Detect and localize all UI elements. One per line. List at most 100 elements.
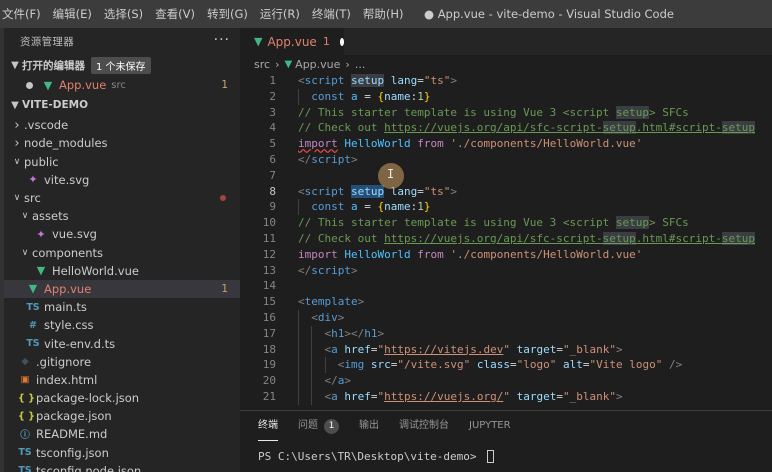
folder-item[interactable]: › .vscode	[4, 116, 240, 134]
line-number: 9	[269, 200, 276, 214]
file-item[interactable]: TS tsconfig.node.json	[4, 462, 240, 472]
file-item[interactable]: { } package.json	[4, 407, 240, 425]
file-item[interactable]: ▼ App.vue 1	[4, 279, 240, 299]
menu-item[interactable]: 终端(T)	[306, 0, 357, 28]
indent-guide	[298, 357, 299, 374]
code-token: import	[298, 137, 338, 151]
line-number: 14	[262, 279, 276, 293]
line-content: <script setup lang="ts">	[276, 184, 457, 200]
code-token: // This starter template is using Vue 3 …	[298, 105, 616, 119]
project-section[interactable]: ▼ VITE-DEMO	[4, 94, 240, 116]
file-item[interactable]: ✦ vue.svg	[4, 225, 240, 243]
terminal[interactable]: PS C:\Users\TR\Desktop\vite-demo>	[240, 441, 772, 463]
more-actions-icon[interactable]: ···	[214, 32, 230, 48]
line-number: 6	[269, 152, 276, 166]
menu-item[interactable]: 运行(R)	[254, 0, 306, 28]
panel-tab[interactable]: 调试控制台	[399, 411, 449, 441]
file-tree-label: assets	[32, 209, 69, 224]
code-token: // This starter template is using Vue 3 …	[298, 216, 616, 230]
panel-tab-label: 终端	[258, 419, 278, 431]
file-item[interactable]: # style.css	[4, 316, 240, 334]
code-token: </	[298, 263, 312, 277]
code-token: setup	[615, 105, 650, 119]
folder-item[interactable]: › node_modules	[4, 134, 240, 152]
file-tree-label: tsconfig.json	[36, 445, 109, 460]
file-tree-label: README.md	[36, 427, 108, 442]
code-token: ></	[344, 326, 365, 340]
panel-tab-label: 问题	[298, 420, 318, 431]
menu-item[interactable]: 转到(G)	[201, 0, 254, 28]
code-token: name	[384, 200, 411, 214]
breadcrumb-file[interactable]: App.vue	[295, 58, 340, 71]
problem-count-badge: 1	[324, 418, 339, 434]
file-item[interactable]: ✦ vite.svg	[4, 171, 240, 189]
code-token: setup	[602, 231, 636, 245]
breadcrumb-symbol[interactable]: ...	[355, 58, 366, 71]
code-token: >	[351, 152, 358, 166]
code-token: // Check out	[298, 121, 385, 135]
folder-item[interactable]: ∨ components	[4, 244, 240, 262]
line-content: import HelloWorld from './components/Hel…	[276, 136, 642, 152]
panel-tab-label: JUPYTER	[469, 420, 511, 431]
breadcrumb-folder[interactable]: src	[254, 58, 270, 71]
unsaved-dot-icon[interactable]	[26, 81, 33, 89]
chevron-down-icon: ∨	[13, 193, 21, 204]
code-token: class	[476, 358, 510, 372]
code-token: "	[503, 389, 510, 403]
folder-item[interactable]: ∨ src	[4, 189, 240, 207]
code-token: setup	[721, 231, 755, 245]
code-token: const	[311, 89, 345, 103]
menu-item[interactable]: 帮助(H)	[357, 0, 410, 28]
open-editor-item[interactable]: ▼ App.vue src 1	[4, 76, 240, 94]
code-token: .html#script-	[635, 121, 722, 135]
menu-item[interactable]: 编辑(E)	[47, 0, 98, 28]
code-token: // Check out	[298, 231, 385, 245]
unsaved-dot-icon[interactable]	[339, 37, 344, 46]
menu-item[interactable]: 选择(S)	[98, 0, 149, 28]
code-line: 10 // This starter template is using Vue …	[240, 215, 772, 231]
code-line: 19 <img src="/vite.svg" class="logo" alt…	[240, 357, 772, 374]
indent-guide	[298, 325, 299, 342]
file-item[interactable]: ⓘ README.md	[4, 425, 240, 443]
line-number: 11	[262, 231, 276, 245]
indent-guide	[298, 199, 299, 216]
file-item[interactable]: ▣ index.html	[4, 371, 240, 389]
typescript-config-icon: TS	[18, 447, 32, 459]
file-item[interactable]: { } package-lock.json	[4, 389, 240, 407]
panel-tab[interactable]: 问题 1	[298, 411, 339, 441]
panel-tab[interactable]: 终端	[258, 411, 278, 441]
line-content: const a = {name:1}	[276, 199, 430, 215]
file-tree-label: HelloWorld.vue	[52, 263, 139, 278]
code-token: script	[304, 184, 345, 198]
code-editor[interactable]: 1 <script setup lang="ts"> 2 const a = {na…	[240, 73, 772, 405]
menu-item[interactable]: 查看(V)	[149, 0, 201, 28]
file-tree-label: vue.svg	[52, 227, 97, 242]
window-title: ● App.vue - vite-demo - Visual Studio Co…	[424, 7, 674, 21]
indent-guide	[311, 341, 313, 358]
panel-tab[interactable]: JUPYTER	[469, 411, 511, 441]
file-item[interactable]: ◆ .gitignore	[4, 353, 240, 371]
file-item[interactable]: TS tsconfig.json	[4, 444, 240, 462]
code-token: }	[423, 89, 431, 103]
html-file-icon: ▣	[20, 374, 30, 386]
menu-item[interactable]: 文件(F)	[0, 0, 47, 28]
code-line: 9 const a = {name:1}	[240, 199, 772, 216]
code-line: 17 <h1></h1>	[240, 325, 772, 342]
folder-item[interactable]: ∨ public	[4, 153, 240, 171]
line-content: </script>	[276, 152, 358, 168]
title-bar: 文件(F) 编辑(E) 选择(S) 查看(V) 转到(G) 运行(R) 终端(T) 帮助(H)…	[0, 0, 772, 28]
panel-tab[interactable]: 输出	[359, 411, 379, 441]
open-editor-folder: src	[111, 79, 126, 91]
open-editors-section[interactable]: ▼ 打开的编辑器 1 个未保存	[4, 54, 240, 76]
indent-guide	[298, 373, 299, 389]
editor-tab-app-vue[interactable]: ▼ App.vue 1	[240, 28, 344, 55]
folder-item[interactable]: ∨ assets	[4, 207, 240, 225]
code-line: 21 <a href="https://vuejs.org/" target="…	[240, 388, 772, 405]
vue-file-icon: ▼	[28, 282, 38, 296]
code-token: "	[503, 342, 510, 356]
file-item[interactable]: TS main.ts	[4, 298, 240, 316]
file-item[interactable]: TS vite-env.d.ts	[4, 334, 240, 352]
line-number: 8	[269, 184, 276, 198]
file-item[interactable]: ▼ HelloWorld.vue	[4, 262, 240, 280]
